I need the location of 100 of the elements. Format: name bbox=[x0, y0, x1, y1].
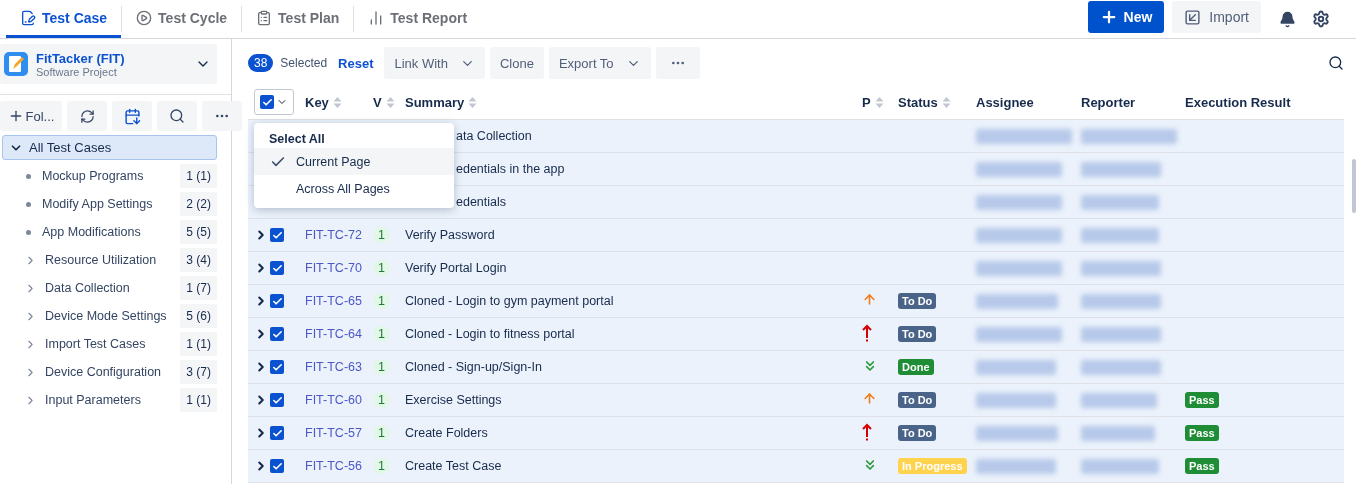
folder-item[interactable]: App Modifications 5 (5) bbox=[2, 220, 217, 244]
nav-tab[interactable]: Test Cycle bbox=[122, 0, 242, 38]
import-button[interactable]: Import bbox=[1172, 1, 1261, 33]
folder-count: 5 (5) bbox=[180, 220, 217, 244]
toolbar-button[interactable]: Link With bbox=[384, 47, 485, 79]
settings-icon[interactable] bbox=[1312, 10, 1330, 28]
sort-by-date-button[interactable] bbox=[112, 101, 152, 131]
folder-item[interactable]: Data Collection 1 (7) bbox=[2, 276, 217, 300]
folder-item[interactable]: Import Test Cases 1 (1) bbox=[2, 332, 217, 356]
add-folder-button[interactable]: Fol... bbox=[0, 101, 62, 131]
nav-tab[interactable]: Test Report bbox=[354, 0, 482, 38]
folder-item[interactable]: Resource Utilization 3 (4) bbox=[2, 248, 217, 272]
notifications-icon[interactable] bbox=[1279, 10, 1296, 28]
test-case-key[interactable]: FIT-TC-63 bbox=[305, 360, 373, 374]
test-case-key[interactable]: FIT-TC-60 bbox=[305, 393, 373, 407]
project-logo-icon bbox=[4, 52, 28, 76]
summary-cell-text: Exercise Settings bbox=[405, 393, 503, 407]
summary-cell-text: Create Test Case bbox=[405, 459, 503, 473]
search-icon[interactable] bbox=[1328, 55, 1344, 71]
search-icon bbox=[169, 108, 185, 124]
new-button[interactable]: New bbox=[1087, 1, 1165, 33]
row-checkbox[interactable] bbox=[270, 393, 284, 407]
summary-cell-text: Create Folders bbox=[405, 426, 489, 440]
scrollbar[interactable] bbox=[1352, 159, 1356, 213]
row-checkbox[interactable] bbox=[270, 327, 284, 341]
summary-cell-text: edentials in the app bbox=[455, 162, 566, 176]
version-badge: 1 bbox=[373, 392, 390, 408]
status-lozenge: To Do bbox=[898, 392, 937, 408]
summary-cell-text: Verify Password bbox=[405, 228, 496, 242]
test-case-key[interactable]: FIT-TC-72 bbox=[305, 228, 373, 242]
folder-count: 1 (1) bbox=[180, 332, 217, 356]
test-case-key[interactable]: FIT-TC-56 bbox=[305, 459, 373, 473]
column-header[interactable]: Key bbox=[305, 94, 329, 110]
version-badge: 1 bbox=[373, 293, 390, 309]
row-checkbox[interactable] bbox=[270, 360, 284, 374]
folder-item[interactable]: Device Mode Settings 5 (6) bbox=[2, 304, 217, 328]
summary-cell-text: ata Collection bbox=[455, 129, 533, 143]
select-all-dropdown[interactable] bbox=[254, 89, 294, 115]
version-badge: 1 bbox=[373, 458, 390, 474]
folder-item[interactable]: Mockup Programs 1 (1) bbox=[2, 164, 217, 188]
test-case-key[interactable]: FIT-TC-65 bbox=[305, 294, 373, 308]
result-lozenge: Pass bbox=[1185, 392, 1219, 408]
refresh-button[interactable] bbox=[67, 101, 107, 131]
column-header[interactable]: P bbox=[862, 94, 871, 110]
result-lozenge: Pass bbox=[1185, 425, 1219, 441]
reset-link[interactable]: Reset bbox=[338, 55, 374, 71]
summary-cell-text: Verify Portal Login bbox=[405, 261, 508, 275]
menu-title: Select All bbox=[268, 131, 326, 148]
toolbar-button[interactable]: Clone bbox=[489, 47, 544, 79]
status-lozenge: Done bbox=[898, 359, 934, 375]
folder-item[interactable]: Input Parameters 1 (1) bbox=[2, 388, 217, 412]
menu-item[interactable]: Across All Pages bbox=[254, 175, 454, 202]
play-circle-icon bbox=[136, 9, 153, 26]
folder-count: 1 (7) bbox=[180, 276, 217, 300]
test-case-key[interactable]: FIT-TC-70 bbox=[305, 261, 373, 275]
folder-count: 2 (2) bbox=[180, 192, 217, 216]
folder-count: 1 (1) bbox=[180, 388, 217, 412]
result-lozenge: Pass bbox=[1185, 458, 1219, 474]
selected-label: Selected bbox=[280, 56, 328, 70]
version-badge: 1 bbox=[373, 359, 390, 375]
status-lozenge: In Progress bbox=[898, 458, 967, 474]
bullet-icon bbox=[26, 173, 31, 179]
row-checkbox[interactable] bbox=[270, 261, 284, 275]
selected-count: 38 bbox=[248, 54, 274, 72]
clipboard-list-icon bbox=[256, 9, 273, 26]
menu-item[interactable]: Current Page bbox=[254, 148, 454, 175]
status-lozenge: To Do bbox=[898, 425, 937, 441]
calendar-sort-icon bbox=[123, 107, 141, 125]
project-selector[interactable]: FitTacker (FIT) Software Project bbox=[0, 44, 217, 84]
column-header[interactable]: Execution Result bbox=[1185, 94, 1291, 110]
bullet-icon bbox=[26, 201, 31, 207]
row-checkbox[interactable] bbox=[270, 228, 284, 242]
column-header[interactable]: Summary bbox=[405, 94, 465, 110]
folder-count: 1 (1) bbox=[180, 164, 217, 188]
test-case-key[interactable]: FIT-TC-57 bbox=[305, 426, 373, 440]
row-checkbox[interactable] bbox=[270, 426, 284, 440]
status-lozenge: To Do bbox=[898, 326, 937, 342]
summary-cell-text: Cloned - Login to gym payment portal bbox=[405, 294, 615, 308]
project-type: Software Project bbox=[36, 65, 117, 78]
folder-item[interactable]: Modify App Settings 2 (2) bbox=[2, 192, 217, 216]
folder-count: 3 (4) bbox=[180, 248, 217, 272]
column-header[interactable]: Status bbox=[898, 94, 938, 110]
summary-cell-text: Cloned - Login to fitness portal bbox=[405, 327, 576, 341]
edit-document-icon bbox=[20, 9, 36, 26]
nav-tab[interactable]: Test Case bbox=[6, 0, 122, 38]
checkbox[interactable] bbox=[260, 95, 274, 109]
nav-tab[interactable]: Test Plan bbox=[242, 0, 354, 38]
toolbar-button[interactable]: Export To bbox=[548, 47, 651, 79]
row-checkbox[interactable] bbox=[270, 459, 284, 473]
column-header[interactable]: Assignee bbox=[976, 94, 1034, 110]
refresh-icon bbox=[79, 108, 95, 124]
folder-item[interactable]: Device Configuration 3 (7) bbox=[2, 360, 217, 384]
folder-count: 5 (6) bbox=[180, 304, 217, 328]
column-header[interactable]: Reporter bbox=[1081, 94, 1136, 110]
tree-root-item[interactable]: All Test Cases bbox=[2, 135, 217, 160]
column-header[interactable]: V bbox=[373, 94, 382, 110]
test-case-key[interactable]: FIT-TC-64 bbox=[305, 327, 373, 341]
search-button[interactable] bbox=[157, 101, 197, 131]
row-checkbox[interactable] bbox=[270, 294, 284, 308]
import-icon bbox=[1184, 8, 1202, 26]
